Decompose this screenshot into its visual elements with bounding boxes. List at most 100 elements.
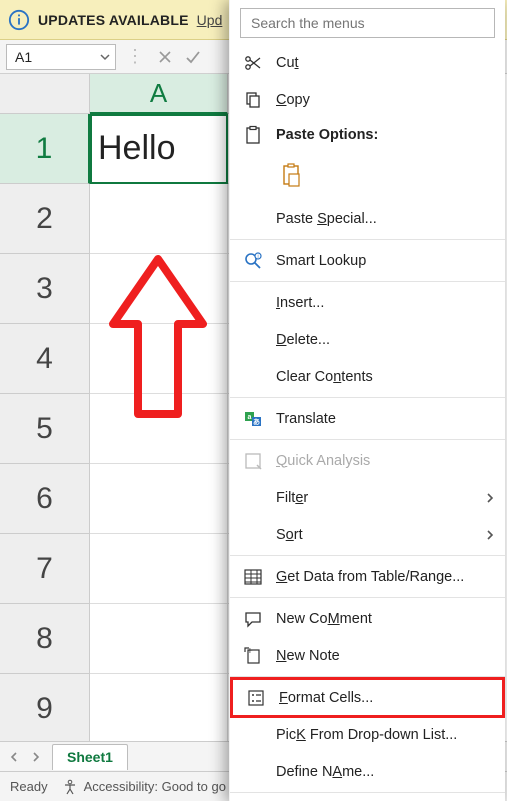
select-all-corner[interactable] — [0, 74, 90, 114]
menu-translate[interactable]: aあ Translate — [230, 400, 505, 437]
menu-new-note-label: New Note — [276, 648, 495, 664]
menu-paste-special-label: Paste Special... — [276, 211, 495, 227]
menu-paste-special[interactable]: Paste Special... — [230, 200, 505, 237]
menu-delete[interactable]: Delete... — [230, 321, 505, 358]
row-header-9[interactable]: 9 — [0, 674, 90, 741]
updates-title: UPDATES AVAILABLE — [38, 12, 189, 28]
menu-paste-options: Paste Options: — [230, 118, 505, 152]
svg-text:i: i — [257, 254, 258, 260]
quick-analysis-icon — [242, 450, 264, 472]
separator — [230, 597, 505, 598]
cell-A4[interactable] — [90, 324, 228, 394]
menu-define-name-label: Define NAme... — [276, 764, 495, 780]
tab-nav — [8, 751, 42, 763]
menu-pick-list[interactable]: PicK From Drop-down List... — [230, 716, 505, 753]
menu-define-name[interactable]: Define NAme... — [230, 753, 505, 790]
separator — [230, 439, 505, 440]
row-header-6[interactable]: 6 — [0, 464, 90, 534]
row-header-8[interactable]: 8 — [0, 604, 90, 674]
cell-A2[interactable] — [90, 184, 228, 254]
cell-A7[interactable] — [90, 534, 228, 604]
cell-A3[interactable] — [90, 254, 228, 324]
annotation-highlight-box: Format Cells... — [230, 677, 505, 718]
cell-A6[interactable] — [90, 464, 228, 534]
blank-icon — [242, 487, 264, 509]
status-accessibility[interactable]: Accessibility: Good to go — [62, 779, 226, 795]
menu-smart-lookup-label: Smart Lookup — [276, 253, 495, 269]
menu-list: Cut Copy Paste Options: Paste Special... — [230, 44, 505, 801]
separator — [230, 792, 505, 793]
menu-format-cells-label: Format Cells... — [279, 690, 492, 706]
menu-sort[interactable]: Sort — [230, 516, 505, 553]
blank-icon — [242, 366, 264, 388]
menu-pick-list-label: PicK From Drop-down List... — [276, 727, 495, 743]
cell-A5[interactable] — [90, 394, 228, 464]
menu-clear-contents[interactable]: Clear Contents — [230, 358, 505, 395]
enter-formula-icon[interactable] — [182, 46, 204, 68]
name-box[interactable]: A1 — [6, 44, 116, 70]
column-header-A[interactable]: A — [90, 74, 228, 114]
context-menu: Cut Copy Paste Options: Paste Special... — [229, 0, 505, 801]
tab-prev-icon[interactable] — [8, 751, 20, 763]
menu-new-note[interactable]: + New Note — [230, 637, 505, 674]
menu-clear-contents-label: Clear Contents — [276, 369, 495, 385]
menu-copy[interactable]: Copy — [230, 81, 505, 118]
menu-cut[interactable]: Cut — [230, 44, 505, 81]
chevron-down-icon — [99, 51, 111, 63]
menu-insert[interactable]: Insert... — [230, 284, 505, 321]
cell-A9[interactable] — [90, 674, 228, 741]
cell-A1[interactable]: Hello — [90, 114, 228, 184]
svg-text:あ: あ — [253, 417, 260, 426]
blank-icon — [242, 329, 264, 351]
menu-search[interactable] — [240, 8, 495, 38]
copy-icon — [242, 89, 264, 111]
info-icon — [8, 9, 30, 31]
translate-icon: aあ — [242, 408, 264, 430]
svg-text:a: a — [248, 414, 252, 421]
comment-icon — [242, 608, 264, 630]
menu-new-comment[interactable]: New CoMment — [230, 600, 505, 637]
status-accessibility-label: Accessibility: Good to go — [84, 779, 226, 794]
menu-copy-label: Copy — [276, 92, 495, 108]
blank-icon — [242, 292, 264, 314]
note-icon: + — [242, 645, 264, 667]
row-header-7[interactable]: 7 — [0, 534, 90, 604]
row-header-2[interactable]: 2 — [0, 184, 90, 254]
menu-smart-lookup[interactable]: i Smart Lookup — [230, 242, 505, 279]
menu-insert-label: Insert... — [276, 295, 495, 311]
blank-icon — [242, 524, 264, 546]
paste-default-button[interactable] — [277, 158, 307, 194]
row-header-3[interactable]: 3 — [0, 254, 90, 324]
menu-quick-analysis: Quick Analysis — [230, 442, 505, 479]
updates-link[interactable]: Upd — [197, 12, 223, 28]
search-icon: i — [242, 250, 264, 272]
separator — [230, 281, 505, 282]
menu-paste-options-label: Paste Options: — [276, 127, 495, 143]
menu-delete-label: Delete... — [276, 332, 495, 348]
accessibility-icon — [62, 779, 78, 795]
menu-filter-label: Filter — [276, 490, 473, 506]
row-headers: 1 2 3 4 5 6 7 8 9 — [0, 114, 90, 741]
row-header-4[interactable]: 4 — [0, 324, 90, 394]
menu-link[interactable]: Link — [230, 795, 505, 801]
chevron-right-icon — [485, 492, 495, 504]
chevron-right-icon — [485, 529, 495, 541]
menu-get-data[interactable]: Get Data from Table/Range... — [230, 558, 505, 595]
blank-icon — [242, 208, 264, 230]
sheet-tab-sheet1[interactable]: Sheet1 — [52, 744, 128, 770]
name-box-value: A1 — [15, 49, 32, 65]
clipboard-icon — [242, 124, 264, 146]
cancel-formula-icon[interactable] — [154, 46, 176, 68]
status-ready: Ready — [10, 779, 48, 794]
menu-get-data-label: Get Data from Table/Range... — [276, 569, 495, 585]
menu-translate-label: Translate — [276, 411, 495, 427]
menu-format-cells[interactable]: Format Cells... — [233, 680, 502, 715]
menu-search-input[interactable] — [249, 14, 486, 32]
format-cells-icon — [245, 687, 267, 709]
menu-sort-label: Sort — [276, 527, 473, 543]
menu-filter[interactable]: Filter — [230, 479, 505, 516]
row-header-5[interactable]: 5 — [0, 394, 90, 464]
row-header-1[interactable]: 1 — [0, 114, 90, 184]
tab-next-icon[interactable] — [30, 751, 42, 763]
cell-A8[interactable] — [90, 604, 228, 674]
